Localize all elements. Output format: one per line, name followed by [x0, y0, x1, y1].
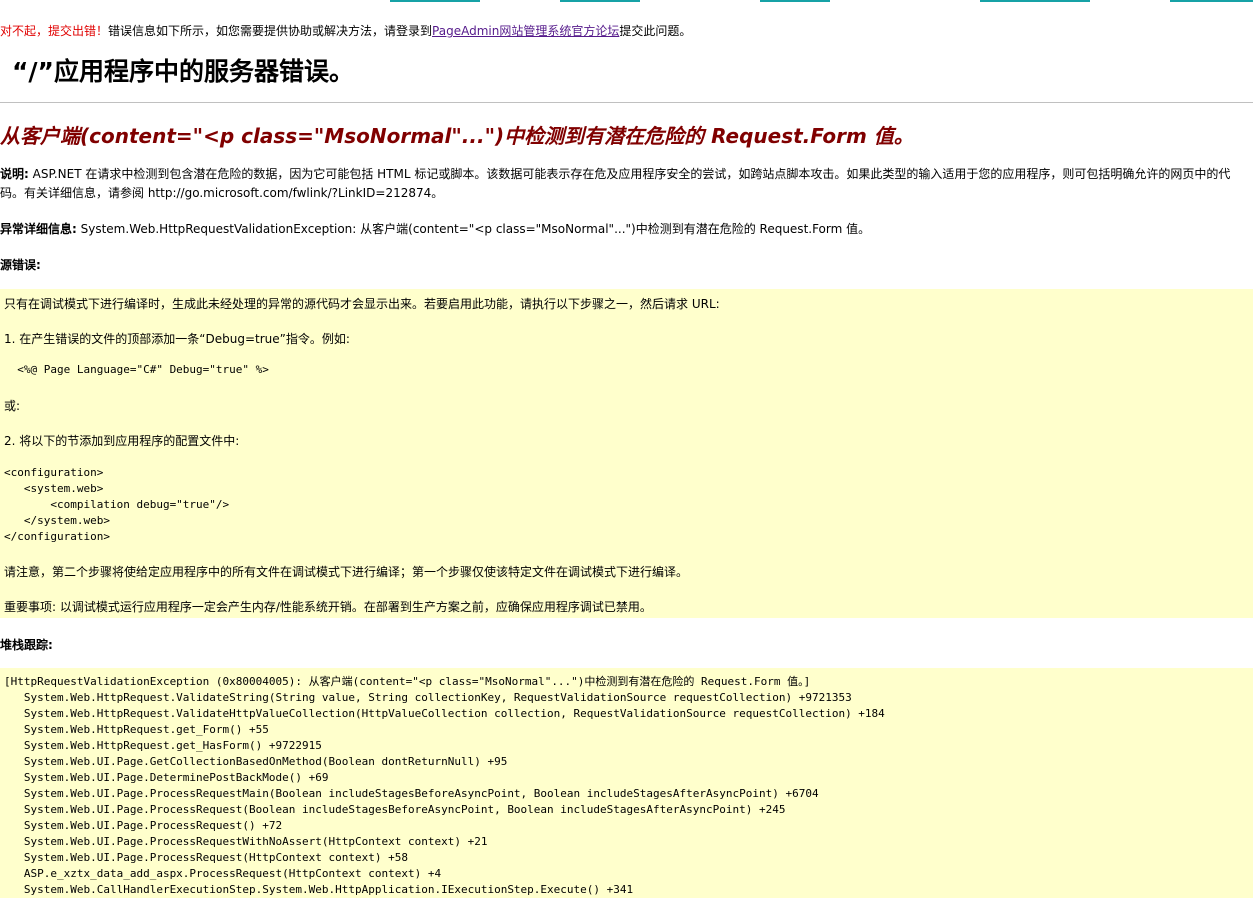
- description-text: ASP.NET 在请求中检测到包含潜在危险的数据，因为它可能包括 HTML 标记…: [0, 167, 1231, 200]
- stack-trace-line: System.Web.HttpRequest.ValidateString(St…: [4, 691, 852, 704]
- top-accent-bar: [0, 0, 1253, 2]
- source-line-5: 2. 将以下的节添加到应用程序的配置文件中:: [4, 434, 240, 448]
- exception-details: 异常详细信息: System.Web.HttpRequestValidation…: [0, 220, 870, 237]
- source-line-6: 请注意，第二个步骤将使给定应用程序中的所有文件在调试模式下进行编译；第一个步骤仅…: [4, 565, 689, 579]
- apology-text: 对不起，提交出错！: [0, 24, 109, 38]
- source-line-1: 只有在调试模式下进行编译时，生成此未经处理的异常的源代码才会显示出来。若要启用此…: [4, 297, 720, 311]
- exception-details-text: System.Web.HttpRequestValidationExceptio…: [76, 222, 871, 236]
- stack-trace-line: System.Web.HttpRequest.get_HasForm() +97…: [4, 739, 322, 752]
- stack-trace-line: System.Web.UI.Page.ProcessRequest(Boolea…: [4, 803, 786, 816]
- config-snippet: <configuration> <system.web> <compilatio…: [4, 466, 230, 543]
- forum-link[interactable]: PageAdmin网站管理系统官方论坛: [432, 24, 619, 38]
- stack-trace-line: System.Web.UI.Page.ProcessRequest() +72: [4, 819, 283, 832]
- description-label: 说明:: [0, 167, 29, 181]
- stack-trace-line: System.Web.UI.Page.ProcessRequestWithNoA…: [4, 835, 488, 848]
- notice-suffix: 提交此问题。: [619, 24, 692, 38]
- stack-trace-label: 堆栈跟踪:: [0, 638, 53, 652]
- stack-trace-lines: [HttpRequestValidationException (0x80004…: [4, 674, 885, 898]
- source-error-label: 源错误:: [0, 258, 41, 272]
- error-heading: 从客户端(content="<p class="MsoNormal"...")中…: [0, 124, 914, 148]
- exception-details-label: 异常详细信息:: [0, 222, 77, 236]
- stack-trace-line: System.Web.UI.Page.GetCollectionBasedOnM…: [4, 755, 508, 768]
- page-title: “/”应用程序中的服务器错误。: [12, 57, 354, 86]
- description: 说明: ASP.NET 在请求中检测到包含潜在危险的数据，因为它可能包括 HTM…: [0, 165, 1253, 203]
- stack-trace-box: [HttpRequestValidationException (0x80004…: [0, 668, 1253, 898]
- source-line-2: 1. 在产生错误的文件的顶部添加一条“Debug=true”指令。例如:: [4, 332, 350, 346]
- stack-trace-line: System.Web.UI.Page.DeterminePostBackMode…: [4, 771, 329, 784]
- stack-trace-line: [HttpRequestValidationException (0x80004…: [4, 675, 811, 688]
- source-line-4: 或:: [4, 399, 21, 413]
- stack-trace-line: System.Web.HttpRequest.get_Form() +55: [4, 723, 269, 736]
- source-line-3: <%@ Page Language="C#" Debug="true" %>: [4, 363, 269, 376]
- notice-message: 错误信息如下所示，如您需要提供协助或解决方法，请登录到: [108, 24, 433, 38]
- stack-trace-line: System.Web.UI.Page.ProcessRequest(HttpCo…: [4, 851, 408, 864]
- stack-trace-line: System.Web.HttpRequest.ValidateHttpValue…: [4, 707, 885, 720]
- stack-trace-line: System.Web.UI.Page.ProcessRequestMain(Bo…: [4, 787, 819, 800]
- stack-trace-line: System.Web.CallHandlerExecutionStep.Syst…: [4, 883, 634, 896]
- divider: [0, 102, 1253, 103]
- source-error-box: 只有在调试模式下进行编译时，生成此未经处理的异常的源代码才会显示出来。若要启用此…: [0, 289, 1253, 618]
- source-line-7: 重要事项: 以调试模式运行应用程序一定会产生内存/性能系统开销。在部署到生产方案…: [4, 600, 652, 614]
- stack-trace-line: ASP.e_xztx_data_add_aspx.ProcessRequest(…: [4, 867, 442, 880]
- error-notice: 对不起，提交出错！错误信息如下所示，如您需要提供协助或解决方法，请登录到Page…: [0, 22, 691, 39]
